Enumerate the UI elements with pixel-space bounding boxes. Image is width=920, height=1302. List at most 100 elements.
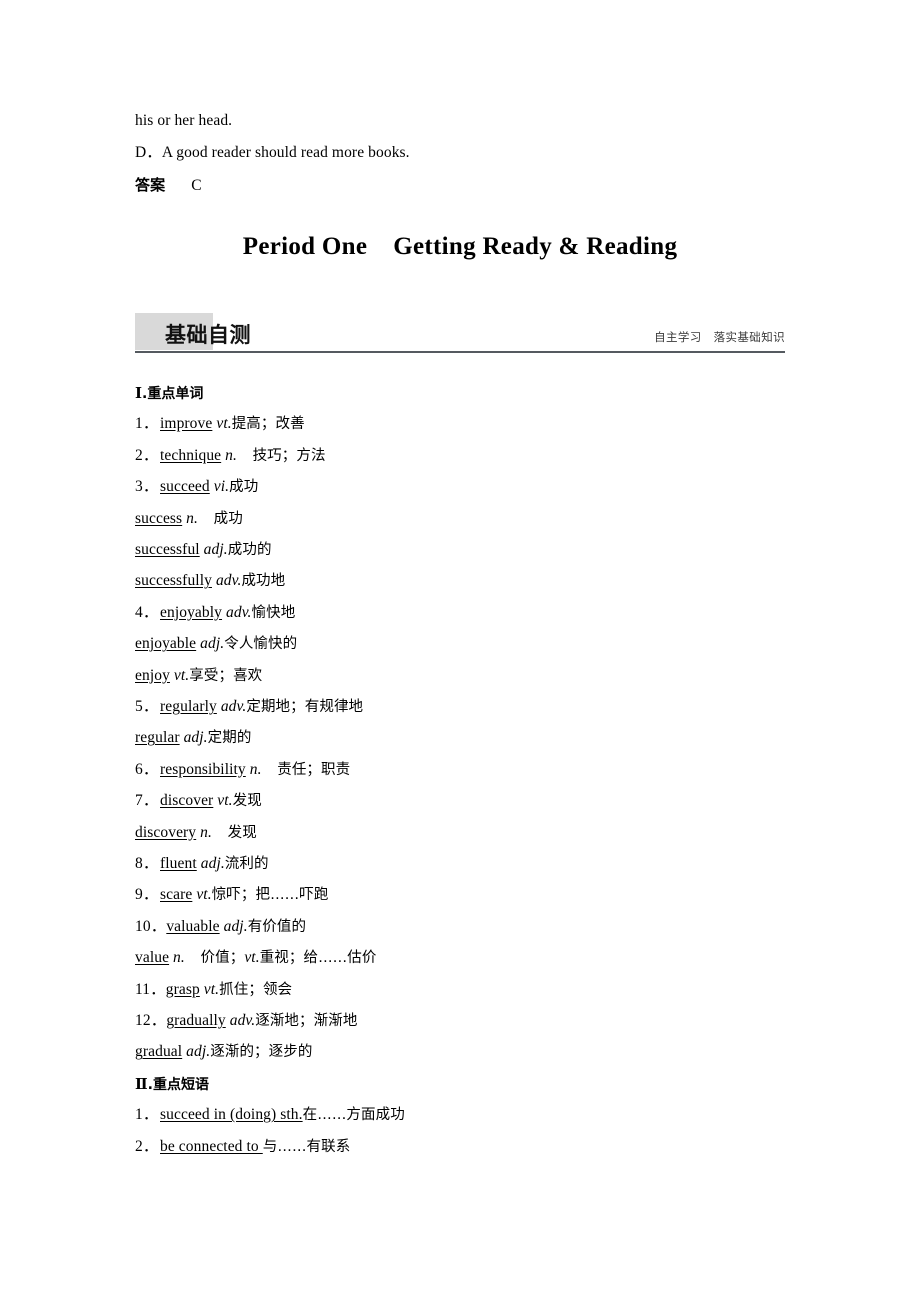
vocabulary-entry: value n. 价值；vt.重视；给……估价 (135, 948, 835, 968)
entry-word: be connected to (160, 1137, 263, 1155)
vocabulary-entry: success n. 成功 (135, 509, 835, 529)
entry-word: gradual (135, 1043, 183, 1061)
section-header-caption: 自主学习 落实基础知识 (654, 330, 785, 344)
entry-number: 11． (135, 980, 166, 998)
vocabulary-entry: successful adj.成功的 (135, 540, 835, 560)
entry-word: gradually (166, 1012, 226, 1029)
entry-meaning: 定期地；有规律地 (246, 699, 364, 715)
entry-meaning: 发现 (232, 793, 262, 810)
entry-meaning: 惊吓；把……吓跑 (211, 887, 329, 904)
entry-part-of-speech: adj. (182, 1043, 211, 1061)
vocabulary-entry: 2．technique n. 技巧；方法 (135, 446, 835, 466)
entry-word: technique (160, 446, 222, 464)
vocabulary-entry: enjoyable adj.令人愉快的 (135, 634, 835, 654)
entry-number: 6． (135, 760, 159, 778)
section-header-title: 基础自测 (165, 323, 251, 347)
section-header: 基础自测 自主学习 落实基础知识 (135, 313, 785, 353)
section-header-rule (135, 351, 785, 353)
entry-separator (185, 949, 201, 966)
entry-meaning: 令人愉快的 (224, 636, 298, 653)
entry-number: 4． (135, 603, 159, 621)
vocabulary-entry: regular adj.定期的 (135, 728, 835, 748)
entry-number: 3． (135, 478, 159, 496)
entry-number: 2． (135, 1137, 159, 1155)
section-subheading-text: .重点单词 (142, 386, 204, 402)
vocabulary-entry: 6．responsibility n. 责任；职责 (135, 760, 835, 780)
entry-number: 8． (135, 855, 159, 872)
entry-meaning: 享受；喜欢 (189, 667, 263, 684)
entry-part-of-speech: vt. (213, 792, 233, 810)
option-d-line: D．A good reader should read more books. (135, 143, 835, 163)
entry-part-of-speech: vt. (212, 415, 232, 433)
entry-part-of-speech: n. (169, 949, 185, 967)
entry-meaning: 愉快地 (251, 604, 296, 621)
entry-meaning: 成功的 (227, 542, 272, 558)
entry-meaning: 成功 (213, 510, 243, 527)
entry-meaning: 发现 (227, 824, 257, 841)
vocabulary-entry: 10．valuable adj.有价值的 (135, 917, 835, 937)
entry-meaning: 技巧；方法 (252, 447, 326, 464)
entry-number: 7． (135, 792, 159, 810)
entry-meaning: 抓住；领会 (219, 981, 293, 998)
entry-separator (237, 447, 253, 464)
vocabulary-entry: 7．discover vt.发现 (135, 791, 835, 811)
entry-meaning: 定期的 (207, 730, 252, 747)
entry-word: enjoyably (160, 603, 223, 621)
entry-part-of-speech: adj. (219, 917, 248, 935)
entry-meaning: 逐渐的；逐步的 (210, 1044, 313, 1061)
entry-meaning: 在……方面成功 (302, 1107, 405, 1124)
entry-part-of-speech-secondary: vt. (244, 949, 260, 967)
continued-text-line: his or her head. (135, 111, 835, 131)
entry-part-of-speech: adv. (211, 572, 242, 590)
entry-word: succeed (160, 478, 210, 496)
entry-part-of-speech: vi. (209, 478, 230, 496)
entry-meaning: 提高；改善 (231, 416, 305, 433)
answer-value: C (191, 177, 202, 194)
option-d-text: D．A good reader should read more books. (135, 144, 410, 161)
vocabulary-entry: 12．gradually adv.逐渐地；渐渐地 (135, 1011, 835, 1031)
vocabulary-entry: 9．scare vt.惊吓；把……吓跑 (135, 885, 835, 905)
vocabulary-entry: 5．regularly adv.定期地；有规律地 (135, 697, 835, 717)
entry-word: fluent (160, 855, 197, 872)
entry-word: enjoyable (135, 635, 197, 653)
vocabulary-entry: 11．grasp vt.抓住；领会 (135, 980, 835, 1000)
period-title-subject: Getting Ready & Reading (393, 233, 678, 260)
entry-word: successful (135, 541, 200, 558)
vocabulary-entry: 8．fluent adj.流利的 (135, 854, 835, 874)
entry-number: 12． (135, 1012, 167, 1029)
entry-number: 9． (135, 886, 159, 904)
entry-separator (212, 824, 228, 841)
entry-word: enjoy (135, 666, 170, 684)
continued-text: his or her head. (135, 112, 233, 129)
vocabulary-entry: 1．succeed in (doing) sth.在……方面成功 (135, 1105, 835, 1125)
entry-part-of-speech: vt. (199, 980, 220, 998)
entry-meaning: 成功 (229, 479, 259, 496)
entry-word: success (135, 509, 183, 527)
entry-meaning: 流利的 (224, 856, 269, 872)
section-subheading: Ⅱ.重点短语 (135, 1074, 209, 1094)
entry-part-of-speech: adj. (179, 729, 208, 747)
entry-part-of-speech: vt. (169, 666, 190, 684)
section-subheading-numeral: Ⅰ (135, 386, 143, 402)
entry-meaning: 责任；职责 (277, 761, 351, 778)
vocabulary-entry: gradual adj.逐渐的；逐步的 (135, 1042, 835, 1062)
entry-separator (198, 510, 214, 527)
entry-part-of-speech: adv. (216, 698, 247, 715)
entry-part-of-speech: n. (196, 823, 212, 841)
entry-part-of-speech: n. (221, 446, 237, 464)
section-subheading-numeral: Ⅱ (135, 1076, 148, 1093)
section-subheading: Ⅰ.重点单词 (135, 383, 203, 403)
entry-word: successfully (135, 572, 212, 590)
entry-part-of-speech: adj. (199, 541, 228, 558)
entry-meaning: 逐渐地；渐渐地 (255, 1013, 358, 1029)
entry-word: succeed in (doing) sth. (160, 1106, 303, 1124)
vocabulary-entry: discovery n. 发现 (135, 823, 835, 843)
entry-part-of-speech: n. (182, 509, 198, 527)
entry-number: 1． (135, 415, 159, 433)
entry-number: 2． (135, 446, 159, 464)
entry-word: grasp (165, 980, 200, 998)
entry-part-of-speech: adj. (196, 635, 225, 653)
entry-word: discover (160, 792, 214, 810)
entry-word: valuable (166, 917, 220, 935)
entry-meaning: 价值； (200, 950, 245, 967)
